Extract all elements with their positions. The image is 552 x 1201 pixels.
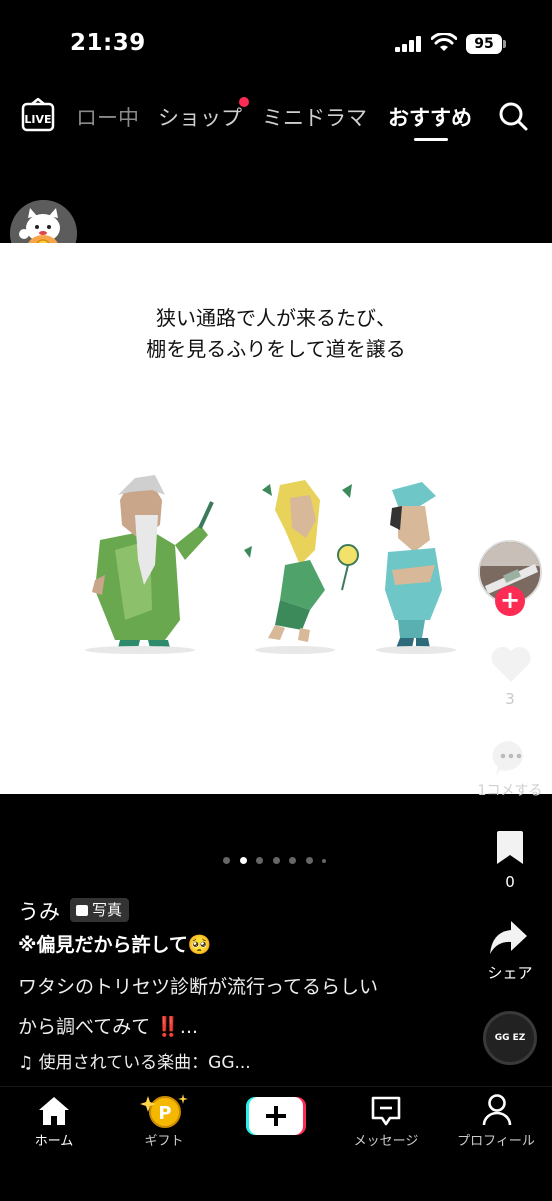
pagination-dot: [256, 857, 263, 864]
characters-illustration: [85, 475, 456, 654]
gift-coin-icon[interactable]: P: [140, 1092, 190, 1130]
post-title: ※偏見だから許して🥺: [18, 934, 212, 956]
signal-icon: [395, 36, 421, 52]
post-description-line-1[interactable]: ワタシのトリセツ診断が流行ってるらしい: [18, 972, 378, 999]
share-icon[interactable]: [487, 918, 529, 958]
nav-profile[interactable]: プロフィール: [446, 1130, 546, 1149]
tab-shop[interactable]: ショップ: [158, 102, 242, 132]
profile-icon[interactable]: [482, 1093, 512, 1127]
svg-text:P: P: [158, 1103, 171, 1124]
bookmark-icon[interactable]: [494, 830, 526, 866]
home-icon[interactable]: [37, 1095, 71, 1127]
photo-badge: 写真: [70, 898, 130, 922]
nurse-figure: [385, 482, 442, 648]
like-count: 3: [505, 690, 515, 708]
active-tab-indicator: [414, 138, 448, 141]
live-icon[interactable]: LIVE: [20, 98, 56, 132]
photo-badge-label: 写真: [92, 901, 123, 919]
nav-messages[interactable]: メッセージ: [336, 1130, 436, 1149]
battery-tip: [503, 40, 506, 48]
inbox-icon[interactable]: [370, 1095, 402, 1127]
music-disc[interactable]: GG EZ: [483, 1011, 537, 1065]
status-time: 21:39: [70, 30, 146, 56]
bookmark-count: 0: [505, 873, 515, 891]
post-description-line-2[interactable]: から調べてみて ‼️...: [18, 1012, 198, 1039]
photo-icon: [76, 905, 88, 916]
comment-icon[interactable]: [491, 738, 531, 778]
live-label: LIVE: [24, 113, 51, 126]
image-caption-line-2: 棚を見るふりをして道を譲る: [146, 337, 406, 361]
pagination-dot: [272, 857, 280, 864]
wifi-icon: [431, 33, 457, 51]
pagination-dot: [305, 857, 313, 864]
music-info[interactable]: ♫ 使用されている楽曲：GG...: [18, 1048, 251, 1073]
music-disc-label: GG EZ: [494, 1033, 526, 1043]
tab-recommended[interactable]: おすすめ: [388, 102, 472, 132]
share-label: シェア: [487, 964, 533, 982]
comment-count: 1コメする: [477, 783, 543, 799]
nav-gift[interactable]: ギフト: [114, 1130, 214, 1149]
tab-mini-drama[interactable]: ミニドラマ: [262, 102, 367, 132]
follow-plus-button[interactable]: +: [495, 586, 525, 616]
username[interactable]: うみ: [18, 896, 60, 926]
tab-following[interactable]: ロー中: [76, 102, 139, 132]
search-icon[interactable]: [497, 100, 529, 132]
image-caption-line-1: 狭い通路で人が来るたび、: [156, 306, 396, 330]
heart-icon[interactable]: [489, 644, 533, 684]
pagination-dot: [322, 859, 326, 863]
notification-dot: [239, 97, 249, 107]
nav-home[interactable]: ホーム: [4, 1130, 104, 1149]
pagination-dot: [239, 857, 247, 864]
wizard-figure: [92, 475, 214, 648]
pagination-dot: [223, 857, 230, 864]
music-title: 使用されている楽曲：GG...: [38, 1053, 251, 1073]
pagination-dot: [289, 857, 296, 864]
girl-figure: [244, 480, 359, 642]
music-note-icon: ♫: [18, 1053, 39, 1073]
create-plus-button[interactable]: [246, 1097, 306, 1135]
battery-indicator: 95: [466, 34, 502, 54]
